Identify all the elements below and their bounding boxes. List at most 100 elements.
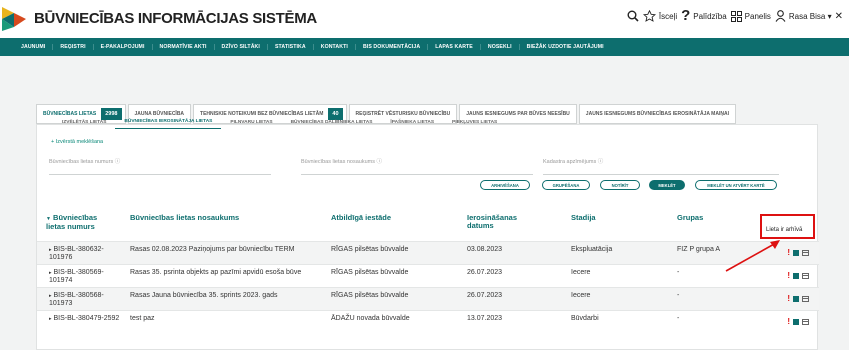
case-name-cell: Rasas Jauna būvniecība 35. sprints 2023.… [130, 292, 278, 299]
nav-item-nosekli[interactable]: NOSEKLI [481, 44, 520, 50]
info-icon: ⓘ [114, 159, 121, 165]
info-icon: ⓘ [376, 159, 383, 165]
row-actions: ! [787, 272, 809, 280]
col-initiation-date[interactable]: Ierosināšanas datums [467, 214, 527, 230]
archive-icon[interactable] [802, 250, 809, 256]
case-number-cell[interactable]: ▸ BIS-BL-380632-101976 [49, 246, 124, 262]
nav-item-e-services[interactable]: E-PAKALPOJUMI [94, 44, 153, 50]
col-stage[interactable]: Stadija [571, 214, 596, 222]
user-label: Rasa Bisa ▾ [788, 11, 832, 21]
row-actions: ! [787, 249, 809, 257]
expand-icon[interactable]: ▸ [49, 293, 52, 299]
col-groups[interactable]: Grupas [677, 214, 703, 222]
subtab-access-cases[interactable]: PIEKĻUVES LIETAS [443, 115, 506, 129]
groups-cell: - [677, 269, 680, 276]
col-authority[interactable]: Atbildīgā iestāde [331, 214, 391, 222]
nav-item-legislation[interactable]: NORMATĪVIE AKTI [153, 44, 215, 50]
tab-initiator-change-application[interactable]: JAUNS IESNIEGUMS BŪVNIECĪBAS IEROSINĀTĀJ… [578, 104, 736, 124]
subtab-authorization-cases[interactable]: PILNVARU LIETAS [221, 115, 281, 129]
authority-cell: RĪGAS pilsētas būvvalde [331, 246, 409, 253]
cases-panel: IZVĒLĒTĀS LIETAS BŪVNIECĪBAS IEROSINĀTĀJ… [36, 119, 819, 350]
case-name-label: Būvniecības lietas nosaukums ⓘ [301, 159, 383, 165]
table-row[interactable]: ▸ BIS-BL-380568-101973 Rasas Jauna būvnie… [37, 288, 819, 310]
info-icon: ⓘ [597, 159, 604, 165]
expand-icon[interactable]: ▸ [49, 270, 52, 276]
case-number-cell[interactable]: ▸ BIS-BL-380569-101974 [49, 269, 124, 285]
search-icon [627, 10, 639, 22]
search-open-map-button[interactable]: MEKLĒT UN ATVĒRT KARTĒ [695, 180, 777, 190]
archive-icon[interactable] [802, 273, 809, 279]
status-square-icon[interactable] [793, 319, 799, 325]
case-name-cell: Rasas 35. psrinta objekts ap pazīmi apvi… [130, 269, 302, 276]
table-row[interactable]: ▸ BIS-BL-380632-101976 Rasas 02.08.2023 P… [37, 242, 819, 264]
case-number-label: Būvniecības lietas numurs ⓘ [49, 159, 121, 165]
star-icon [642, 10, 656, 22]
case-number-input[interactable] [49, 174, 271, 175]
panel-link[interactable]: Panelis [730, 10, 771, 22]
groups-cell: - [677, 315, 680, 322]
warning-icon[interactable]: ! [787, 295, 790, 303]
nav-item-registers[interactable]: REĢISTRI [53, 44, 94, 50]
archive-icon[interactable] [802, 319, 809, 325]
col-case-number[interactable]: ▼ Būvniecības lietas numurs [46, 214, 116, 231]
case-number-cell[interactable]: ▸ BIS-BL-380568-101973 [49, 292, 124, 308]
shortcuts-link[interactable]: Īsceļi [642, 10, 677, 22]
expand-icon[interactable]: ▸ [49, 316, 52, 322]
case-name-input[interactable] [301, 174, 533, 175]
top-header: BŪVNIECĪBAS INFORMĀCIJAS SISTĒMA Īsceļi … [0, 0, 849, 38]
panel-label: Panelis [744, 11, 771, 21]
search-button[interactable] [627, 10, 639, 22]
case-name-cell: test paz [130, 315, 155, 322]
nav-item-site-map[interactable]: LAPAS KARTE [428, 44, 481, 50]
stage-cell: Iecere [571, 269, 591, 276]
groups-cell: FIZ P grupa A [677, 246, 721, 253]
app-title[interactable]: BŪVNIECĪBAS INFORMĀCIJAS SISTĒMA [34, 10, 317, 27]
case-number-cell[interactable]: ▸ BIS-BL-380479-2592 [49, 315, 124, 323]
authority-cell: RĪGAS pilsētas būvvalde [331, 269, 409, 276]
subtab-initiator-cases[interactable]: BŪVNIECĪBAS IEROSINĀTĀJA LIETAS [115, 115, 222, 129]
group-button[interactable]: GRUPĒŠANA [542, 180, 590, 190]
help-label: Palīdzība [693, 11, 727, 21]
nav-item-news[interactable]: JAUNUMI [14, 44, 54, 50]
nav-item-documentation[interactable]: BIS DOKUMENTĀCIJA [356, 44, 429, 50]
stage-cell: Iecere [571, 292, 591, 299]
col-case-name[interactable]: Būvniecības lietas nosaukums [130, 214, 239, 222]
archive-button[interactable]: ARHIVĒŠANA [480, 180, 530, 190]
expand-icon[interactable]: ▸ [49, 247, 52, 253]
bis-logo-icon [2, 7, 26, 31]
status-square-icon[interactable] [793, 250, 799, 256]
table-row[interactable]: ▸ BIS-BL-380479-2592 test paz ĀDAŽU novad… [37, 311, 819, 333]
cadastre-input[interactable] [543, 174, 779, 175]
status-square-icon[interactable] [793, 296, 799, 302]
nav-item-live-warmer[interactable]: DZĪVO SILTĀKI [215, 44, 268, 50]
subtab-selected-cases[interactable]: IZVĒLĒTĀS LIETAS [53, 115, 115, 129]
subtab-participant-cases[interactable]: BŪVNIECĪBAS DALĪBNIEKA LIETAS [282, 115, 382, 129]
nav-item-contacts[interactable]: KONTAKTI [314, 44, 356, 50]
annotation-arrow-icon [725, 240, 780, 272]
status-square-icon[interactable] [793, 273, 799, 279]
nav-item-statistics[interactable]: STATISTIKA [268, 44, 314, 50]
archive-column-label: Lieta ir arhīvā [766, 227, 803, 233]
archive-icon[interactable] [802, 296, 809, 302]
stage-cell: Ekspluatācija [571, 246, 613, 253]
stage-cell: Būvdarbi [571, 315, 599, 322]
main-navigation: JAUNUMI REĢISTRI E-PAKALPOJUMI NORMATĪVI… [0, 38, 849, 56]
tab-label: JAUNS IESNIEGUMS BŪVNIECĪBAS IEROSINĀTĀJ… [585, 111, 729, 117]
advanced-search-link[interactable]: + Izvērstā meklēšana [51, 139, 103, 145]
help-link[interactable]: ? Palīdzība [681, 7, 727, 24]
search-submit-button[interactable]: MEKLĒT [649, 180, 685, 190]
user-icon [775, 10, 786, 22]
clear-button[interactable]: NOTĪRĪT [600, 180, 640, 190]
user-menu[interactable]: Rasa Bisa ▾ ✕ [775, 10, 843, 22]
nav-item-faq[interactable]: BIEŽĀK UZDOTIE JAUTĀJUMI [520, 44, 611, 50]
authority-cell: ĀDAŽU novada būvvalde [331, 315, 410, 322]
case-subtabs: IZVĒLĒTĀS LIETAS BŪVNIECĪBAS IEROSINĀTĀJ… [53, 115, 506, 129]
help-icon: ? [681, 7, 691, 24]
table-row[interactable]: ▸ BIS-BL-380569-101974 Rasas 35. psrinta … [37, 265, 819, 287]
cadastre-label: Kadastra apzīmējums ⓘ [543, 159, 604, 165]
subtab-owner-cases[interactable]: ĪPAŠNIEKA LIETAS [381, 115, 443, 129]
date-cell: 26.07.2023 [467, 292, 503, 299]
warning-icon[interactable]: ! [787, 318, 790, 326]
case-name-cell: Rasas 02.08.2023 Paziņojums par būvniecī… [130, 246, 295, 253]
close-icon[interactable]: ✕ [835, 11, 843, 22]
